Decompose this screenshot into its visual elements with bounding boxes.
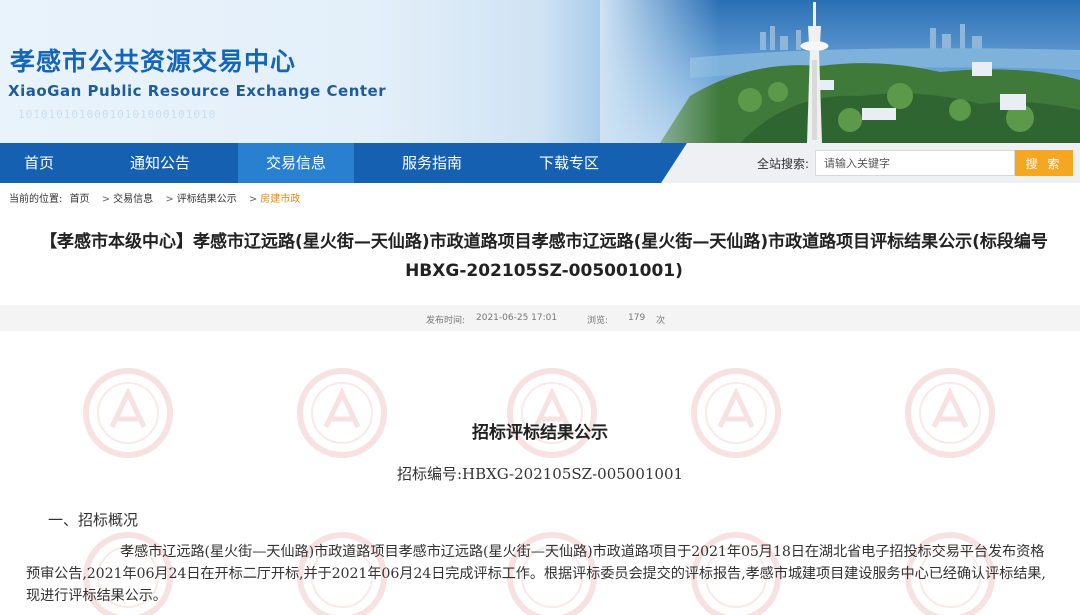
breadcrumb-trade-info[interactable]: 交易信息: [113, 194, 153, 205]
breadcrumb-separator: >: [165, 194, 174, 205]
nav-item-downloads[interactable]: 下载专区: [510, 143, 628, 183]
views-unit: 次: [656, 316, 666, 326]
views-count: 179: [628, 313, 646, 323]
tender-code-line: 招标编号:HBXG-202105SZ-005001001: [396, 465, 684, 483]
nav-item-trade-info[interactable]: 交易信息: [238, 143, 354, 183]
header-banner: 10101010100010101000101010 1010 孝感市公共资源交…: [0, 0, 1080, 143]
nav-item-notices[interactable]: 通知公告: [101, 143, 219, 183]
site-search: 全站搜索: 搜 索: [661, 143, 1080, 183]
article-title: 【孝感市本级中心】孝感市辽远路(星火街—天仙路)市政道路项目孝感市辽远路(星火街…: [40, 232, 1048, 281]
breadcrumb-separator: >: [101, 194, 111, 205]
watermark-seal-icon: [297, 368, 387, 458]
watermark-seal-icon: [691, 368, 781, 458]
article-meta-bar: 发布时间: 2021-06-25 17:01 浏览: 179 次: [0, 305, 1080, 331]
section-1-title: 一、招标概况: [48, 511, 139, 529]
binary-pattern-decoration: 10101010100010101000101010: [18, 108, 217, 121]
section-1-body: 孝感市辽远路(星火街—天仙路)市政道路项目孝感市辽远路(星火街—天仙路)市政道路…: [26, 544, 1046, 604]
site-title-cn: 孝感市公共资源交易中心: [10, 47, 297, 76]
publish-time-label: 发布时间:: [426, 316, 466, 326]
city-skyline-image: [600, 0, 1080, 143]
search-input[interactable]: [815, 150, 1015, 176]
main-nav-bar: 首页 通知公告 交易信息 服务指南 下载专区 全站搜索: 搜 索: [0, 143, 1080, 183]
breadcrumb-current[interactable]: 房建市政: [260, 194, 300, 205]
views-label: 浏览:: [587, 316, 609, 326]
breadcrumb-prefix: 当前的位置:: [9, 194, 63, 205]
breadcrumb-separator: >: [248, 194, 258, 205]
publish-time: 2021-06-25 17:01: [476, 313, 558, 323]
nav-item-home[interactable]: 首页: [0, 143, 78, 183]
breadcrumb-result-notice[interactable]: 评标结果公示: [177, 194, 237, 205]
breadcrumb-home[interactable]: 首页: [70, 194, 90, 205]
watermark-seal-icon: [83, 368, 173, 458]
search-label: 全站搜索:: [757, 157, 810, 171]
watermark-seal-icon: [507, 368, 597, 458]
article-content: 招标评标结果公示 招标编号:HBXG-202105SZ-005001001 一、…: [0, 331, 1080, 615]
search-button[interactable]: 搜 索: [1015, 150, 1073, 176]
document-heading: 招标评标结果公示: [472, 423, 608, 443]
watermark-seal-icon: [905, 368, 995, 458]
breadcrumb: 当前的位置: 首页 > 交易信息 > 评标结果公示 > 房建市政: [9, 190, 304, 205]
nav-item-service-guide[interactable]: 服务指南: [373, 143, 491, 183]
site-title-en: XiaoGan Public Resource Exchange Center: [8, 82, 387, 100]
